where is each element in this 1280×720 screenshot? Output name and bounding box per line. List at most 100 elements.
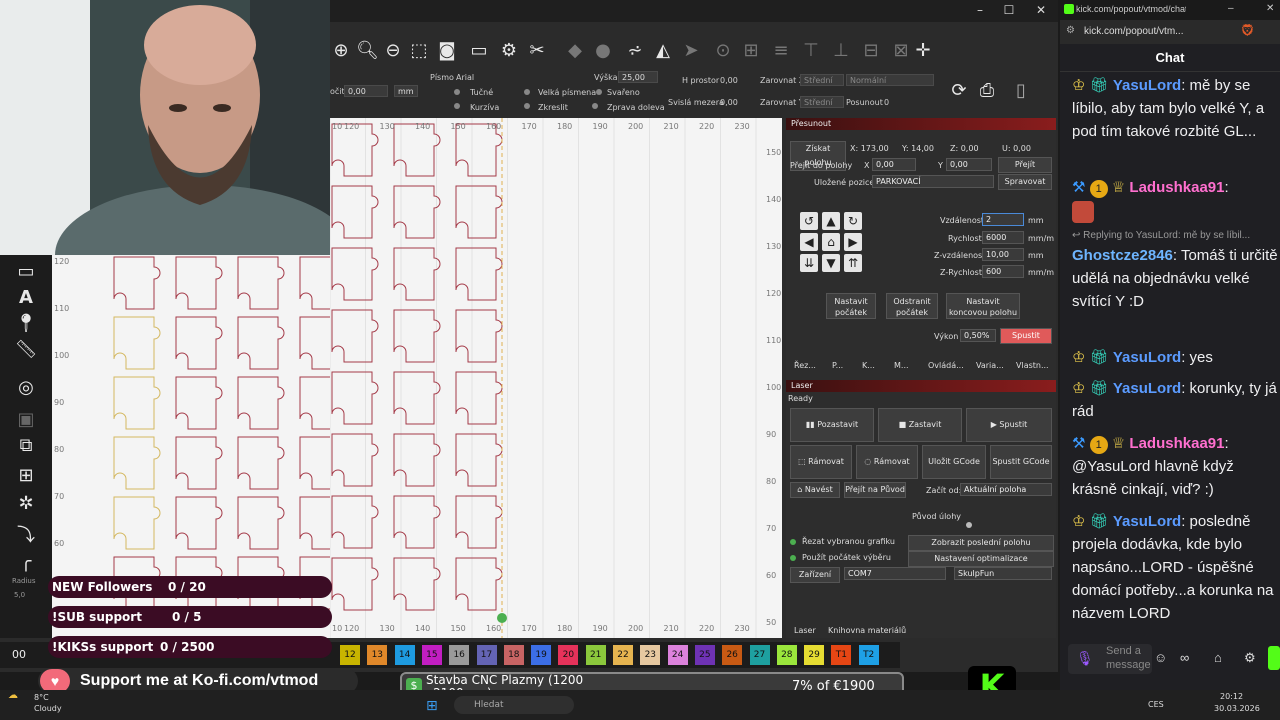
chat-username[interactable]: Ladushkaa91 bbox=[1129, 179, 1224, 196]
show-last-position-button[interactable]: Zobrazit poslední polohu bbox=[908, 535, 1054, 551]
panel-tab-0[interactable]: Řez... bbox=[794, 361, 816, 370]
puzzle-piece[interactable] bbox=[299, 496, 330, 550]
circular-array-icon[interactable]: ✲ bbox=[14, 492, 38, 516]
palette-button-28[interactable]: 28 bbox=[776, 645, 797, 665]
align-icon[interactable]: ⩫ bbox=[624, 40, 646, 62]
panel-tab-3[interactable]: M... bbox=[894, 361, 909, 370]
speed-field[interactable]: 6000 bbox=[982, 231, 1024, 244]
puzzle-piece[interactable] bbox=[331, 433, 379, 487]
home-button[interactable]: ⌂ Navést bbox=[790, 482, 840, 498]
puzzle-piece[interactable] bbox=[331, 247, 379, 301]
zoom-out-icon[interactable]: ⊖ bbox=[382, 40, 404, 62]
offset-icon[interactable]: ◎ bbox=[14, 376, 38, 400]
microphone-icon[interactable]: 🎙︎ bbox=[1076, 650, 1094, 667]
puzzle-piece[interactable] bbox=[299, 256, 330, 310]
panel-tab-6[interactable]: Vlastn... bbox=[1016, 361, 1049, 370]
puzzle-piece[interactable] bbox=[175, 256, 223, 310]
puzzle-piece[interactable] bbox=[331, 185, 379, 239]
address-bar[interactable]: ⚙ kick.com/popout/vtm... 🦁︎ bbox=[1060, 20, 1280, 44]
puzzle-piece[interactable] bbox=[455, 247, 503, 301]
chat-username[interactable]: YasuLord bbox=[1113, 380, 1181, 397]
stop-button[interactable]: ■ Zastavit bbox=[878, 408, 962, 442]
send-button[interactable] bbox=[1268, 646, 1280, 670]
distribute-icon[interactable]: ⊞ bbox=[740, 40, 762, 62]
chat-settings-icon[interactable]: ⚙ bbox=[1244, 650, 1256, 666]
boolean-icon[interactable]: ▣ bbox=[14, 408, 38, 432]
select-rect-icon[interactable]: ▭ bbox=[14, 260, 38, 284]
puzzle-piece[interactable] bbox=[175, 496, 223, 550]
settings-icon[interactable]: ⚙ bbox=[498, 40, 520, 62]
puzzle-piece[interactable] bbox=[331, 495, 379, 549]
puzzle-piece[interactable] bbox=[175, 436, 223, 490]
monitor-icon[interactable]: ▭ bbox=[468, 40, 490, 62]
saved-positions-select[interactable]: PARKOVACÍ bbox=[872, 175, 994, 188]
z-up-icon[interactable]: ⇈ bbox=[844, 254, 862, 272]
print-icon[interactable]: ⎙ bbox=[976, 80, 998, 102]
store-icon[interactable]: ⌂ bbox=[1214, 650, 1222, 665]
lang-indicator[interactable]: CES bbox=[1148, 700, 1164, 709]
chat-username[interactable]: YasuLord bbox=[1113, 513, 1181, 530]
mirror-icon[interactable]: ◭ bbox=[652, 40, 674, 62]
corner-radius-icon[interactable]: ╭ bbox=[14, 550, 38, 574]
palette-button-20[interactable]: 20 bbox=[558, 645, 579, 665]
clear-origin-button[interactable]: Odstranit počátek bbox=[886, 293, 938, 319]
puzzle-piece[interactable] bbox=[331, 309, 379, 363]
palette-button-16[interactable]: 16 bbox=[449, 645, 470, 665]
start-from-select[interactable]: Aktuální poloha bbox=[960, 483, 1052, 496]
hspace-field[interactable]: 0,00 bbox=[720, 76, 738, 85]
puzzle-piece[interactable] bbox=[175, 376, 223, 430]
start-icon[interactable]: ⊞ bbox=[426, 698, 438, 714]
maximize-icon[interactable]: ☐ bbox=[999, 3, 1019, 17]
weld-icon[interactable]: ⧉ bbox=[14, 434, 38, 458]
jog-up-right-icon[interactable]: ↻ bbox=[844, 212, 862, 230]
layout-icon[interactable]: ▯ bbox=[1010, 80, 1032, 102]
puzzle-piece[interactable] bbox=[455, 371, 503, 425]
puzzle-piece[interactable] bbox=[113, 376, 161, 430]
rtl-checkbox[interactable] bbox=[592, 103, 598, 109]
vspace-field[interactable]: 0,00 bbox=[720, 98, 738, 107]
cut-selected-checkbox[interactable] bbox=[790, 539, 796, 545]
brave-icon[interactable]: 🦁︎ bbox=[1240, 23, 1255, 37]
palette-button-23[interactable]: 23 bbox=[640, 645, 661, 665]
bold-checkbox[interactable] bbox=[454, 89, 460, 95]
power-field[interactable]: 0,50% bbox=[960, 329, 996, 342]
search-box[interactable]: Hledat bbox=[454, 696, 574, 714]
puzzle-piece[interactable] bbox=[113, 316, 161, 370]
goto-x-field[interactable]: 0,00 bbox=[872, 158, 916, 171]
puzzle-piece[interactable] bbox=[299, 376, 330, 430]
zoom-selection-icon[interactable]: ⬚ bbox=[408, 40, 430, 62]
palette-button-22[interactable]: 22 bbox=[613, 645, 633, 665]
set-home-button[interactable]: Nastavit koncovou polohu bbox=[946, 293, 1020, 319]
panel-tab-2[interactable]: K... bbox=[862, 361, 875, 370]
job-origin-radio[interactable] bbox=[966, 522, 972, 528]
rotate-icon[interactable]: ⟳ bbox=[948, 80, 970, 102]
puzzle-piece[interactable] bbox=[299, 436, 330, 490]
italic-checkbox[interactable] bbox=[454, 103, 460, 109]
puzzle-piece[interactable] bbox=[237, 256, 285, 310]
space-icon[interactable]: ⊠ bbox=[890, 40, 912, 62]
goto-y-field[interactable]: 0,00 bbox=[946, 158, 992, 171]
send-icon[interactable]: ➤ bbox=[680, 40, 702, 62]
text-tool-icon[interactable]: A bbox=[14, 286, 38, 310]
puzzle-piece[interactable] bbox=[237, 496, 285, 550]
jog-up-left-icon[interactable]: ↺ bbox=[800, 212, 818, 230]
crosshair-icon[interactable]: ✛ bbox=[912, 40, 934, 62]
palette-button-21[interactable]: 21 bbox=[585, 645, 606, 665]
user-icon[interactable]: ● bbox=[592, 40, 614, 62]
manage-button[interactable]: Spravovat bbox=[998, 174, 1052, 190]
chat-username[interactable]: YasuLord bbox=[1113, 77, 1181, 94]
goto-button[interactable]: Přejít bbox=[998, 157, 1052, 173]
use-selection-origin-checkbox[interactable] bbox=[790, 555, 796, 561]
goto-origin-button[interactable]: Přejít na Původ bbox=[844, 482, 906, 498]
chat-username[interactable]: Ghostcze2846 bbox=[1072, 247, 1173, 264]
site-info-icon[interactable]: ⚙ bbox=[1066, 25, 1075, 36]
grid-array-icon[interactable]: ⊞ bbox=[14, 464, 38, 488]
puzzle-piece[interactable] bbox=[113, 256, 161, 310]
browser-minimize-icon[interactable]: – bbox=[1228, 3, 1234, 14]
palette-button-17[interactable]: 17 bbox=[476, 645, 497, 665]
align-center-icon[interactable]: ≡ bbox=[770, 40, 792, 62]
tools-icon[interactable]: ✂ bbox=[526, 40, 548, 62]
puzzle-piece[interactable] bbox=[331, 371, 379, 425]
palette-button-26[interactable]: 26 bbox=[722, 645, 743, 665]
pos-field[interactable]: 0,00 bbox=[344, 85, 388, 97]
